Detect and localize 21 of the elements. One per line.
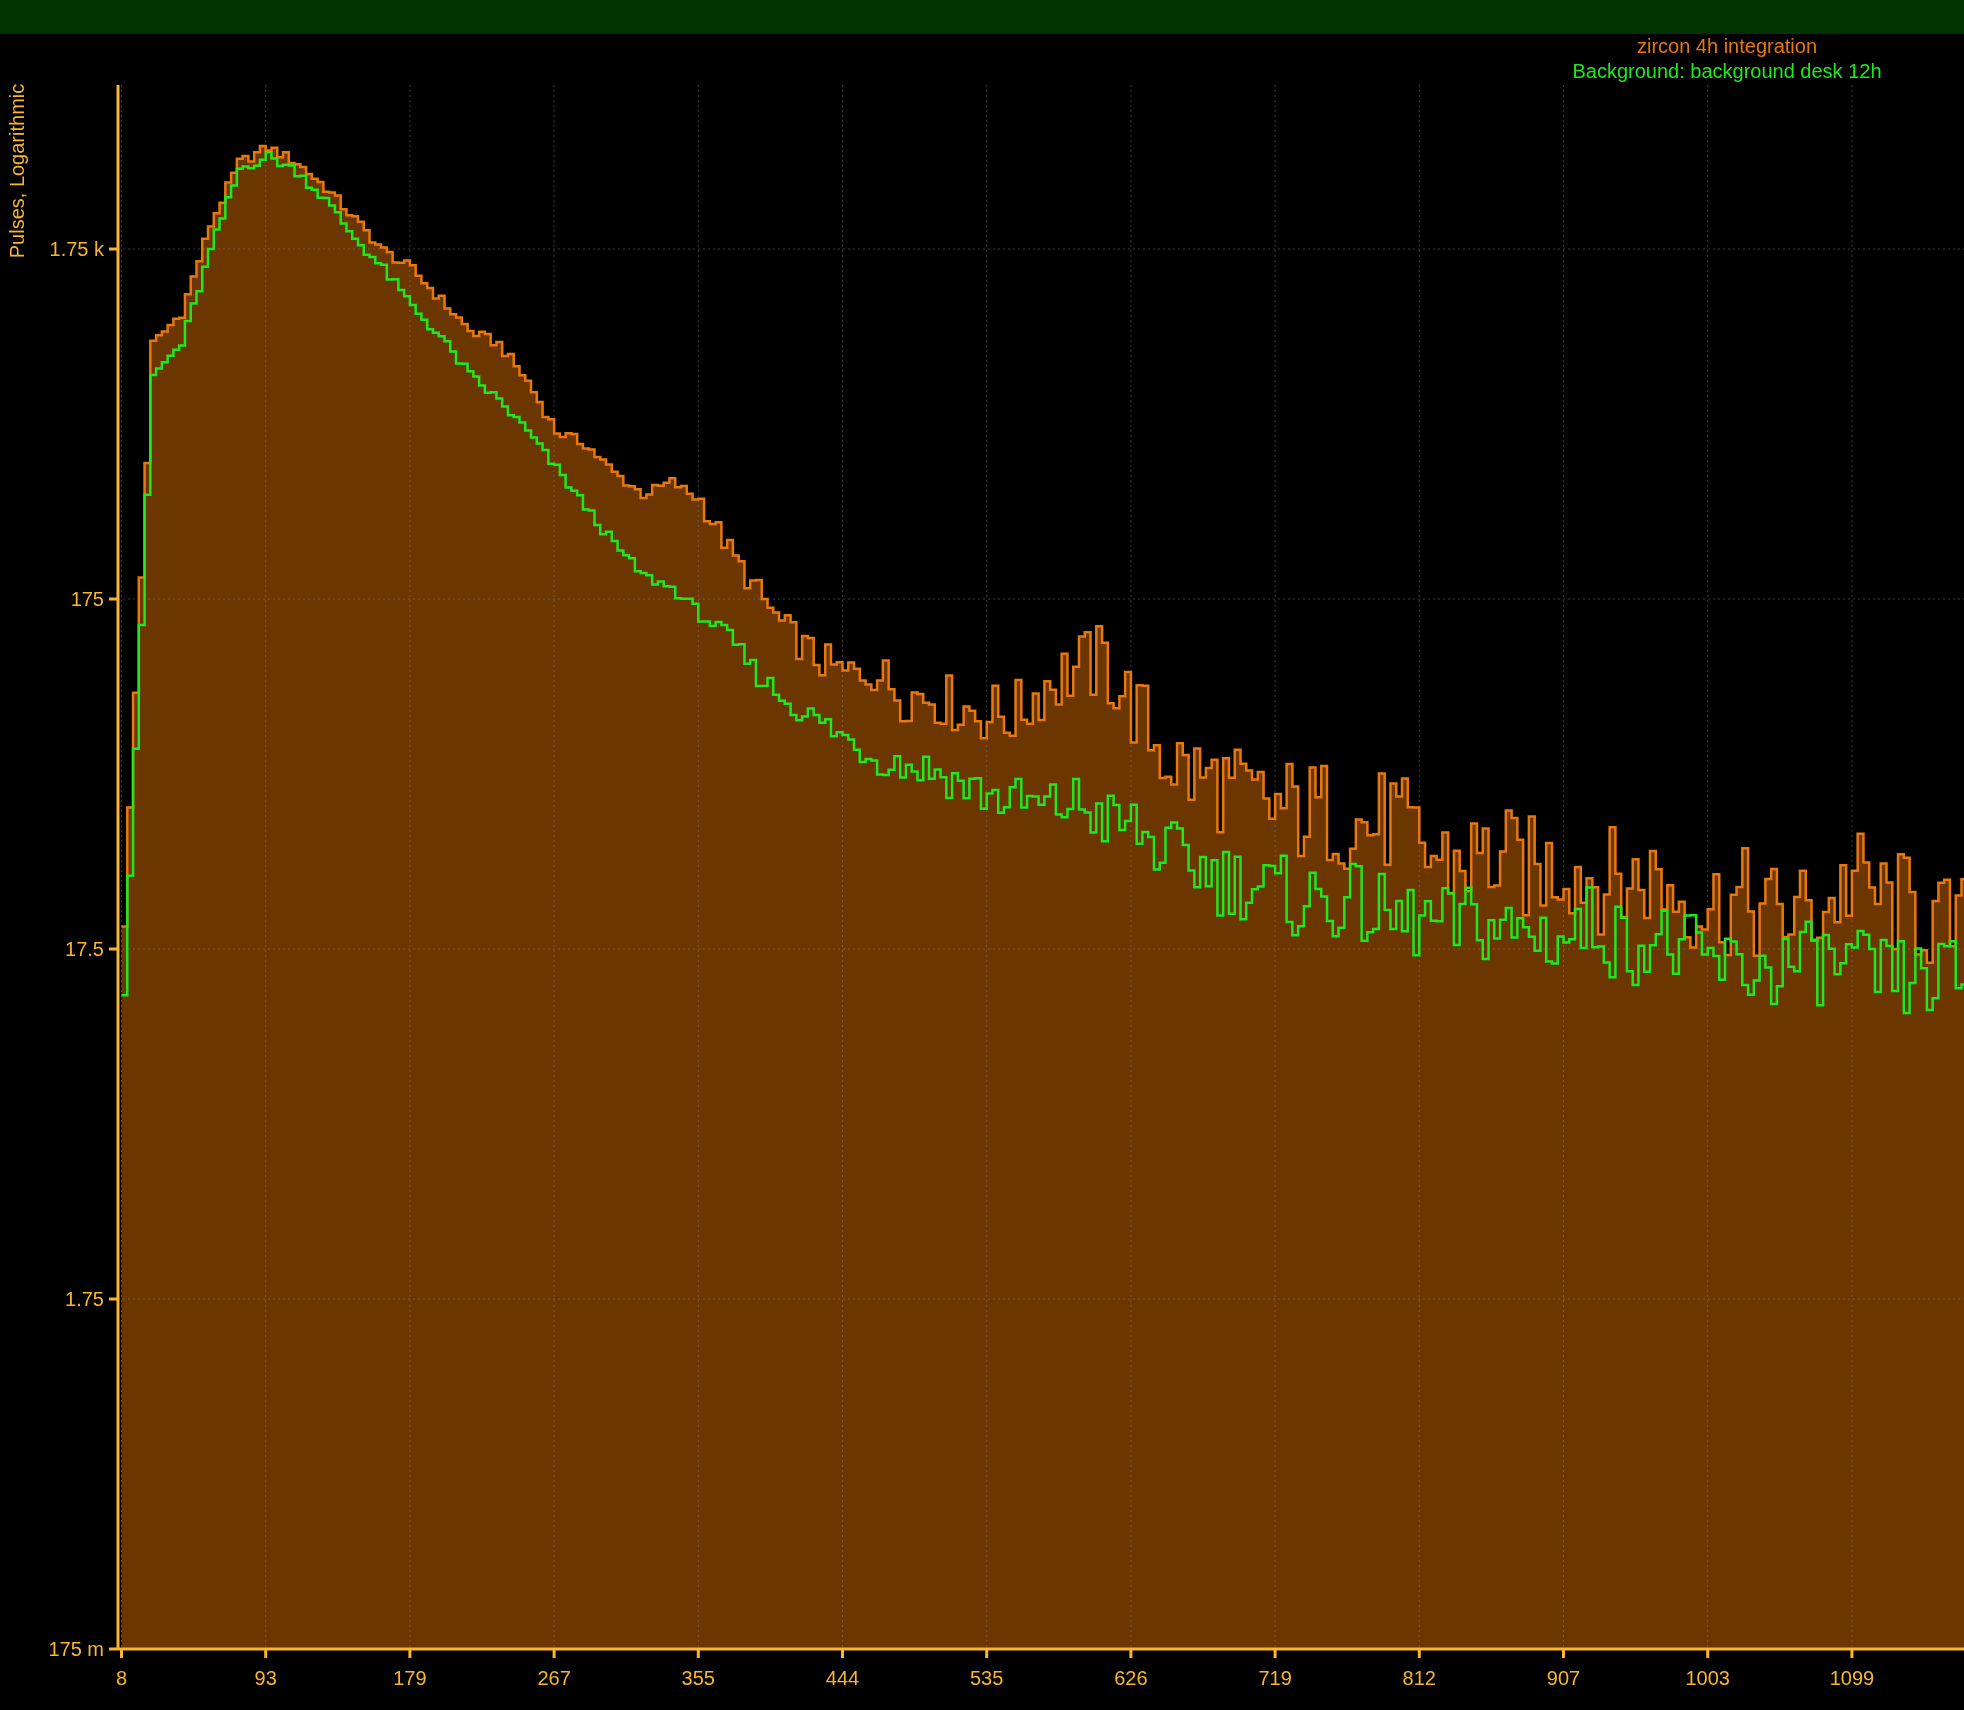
legend-label: Background: background desk 12h — [1572, 60, 1882, 82]
axis-tick-label: 1.75 k — [49, 238, 104, 260]
axis-tick-label: 17.5 — [65, 938, 104, 960]
axis-tick-label: 1099 — [1829, 1667, 1875, 1689]
axis-title: Pulses, Logarithmic — [6, 83, 28, 259]
axis-tick-label: 175 — [70, 588, 104, 610]
axis-tick-label: 444 — [825, 1667, 860, 1689]
axis-tick-label: 626 — [1114, 1667, 1148, 1689]
axis-tick-label: 1003 — [1685, 1667, 1730, 1689]
axis-tick-label: 179 — [393, 1667, 427, 1689]
axis-tick-label: 267 — [537, 1667, 571, 1689]
axis-tick-label: 535 — [970, 1667, 1004, 1689]
axis-tick-label: 175 m — [48, 1638, 104, 1660]
axis-tick-label: 355 — [681, 1667, 715, 1689]
axis-tick-label: 812 — [1402, 1667, 1436, 1689]
legend-label: zircon 4h integration — [1636, 35, 1818, 57]
axis-tick-label: 1.75 — [65, 1288, 104, 1310]
axis-tick-label: 8 — [115, 1667, 128, 1689]
axis-tick-label: 93 — [254, 1667, 277, 1689]
axis-tick-label: 907 — [1546, 1667, 1581, 1689]
axis-tick-label: 719 — [1258, 1667, 1292, 1689]
